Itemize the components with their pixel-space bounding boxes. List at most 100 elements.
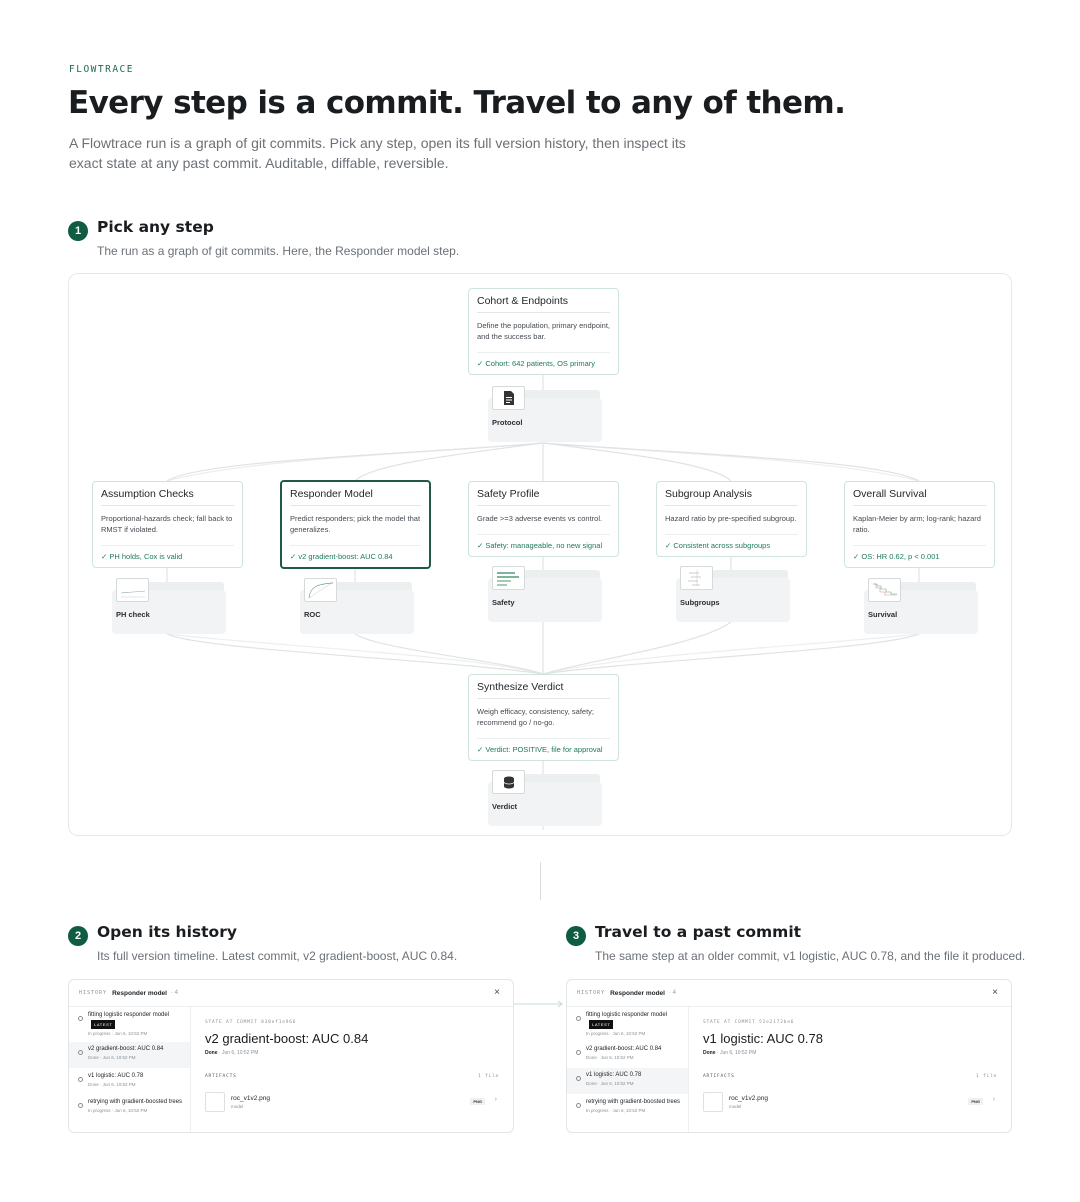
history-label: HISTORY [79, 990, 108, 996]
history-item-meta: Done · Jun 6, 10:52 PM [586, 1054, 634, 1060]
artifact-file-row[interactable]: roc_v1v2.png model PNG › [703, 1092, 997, 1114]
file-thumbnail-icon [205, 1092, 225, 1112]
step-3-title: Travel to a past commit [595, 923, 802, 941]
node-assumption-checks[interactable]: Assumption Checks Proportional-hazards c… [92, 481, 243, 568]
state-title: v2 gradient-boost: AUC 0.84 [205, 1031, 369, 1046]
file-kind: model [729, 1104, 742, 1109]
chart-thumbnail-icon [116, 578, 149, 602]
history-item[interactable]: v1 logistic: AUC 0.78 Done · Jun 6, 10:5… [69, 1073, 190, 1087]
node-status: ✓ PH holds, Cox is valid [101, 545, 234, 561]
artifact-verdict[interactable]: Verdict [488, 770, 602, 826]
file-thumbnail-icon [703, 1092, 723, 1112]
artifact-protocol[interactable]: Protocol [488, 386, 602, 442]
history-item-meta: In progress · Jun 6, 10:52 PM [88, 1031, 148, 1036]
artifact-label: Safety [492, 598, 515, 607]
node-description: Predict responders; pick the model that … [290, 514, 421, 534]
history-item-meta: In progress · Jun 6, 10:52 PM [586, 1107, 646, 1113]
status-text: Done [205, 1050, 218, 1056]
artifact-roc[interactable]: ROC [300, 578, 414, 634]
artifacts-count: 1 file [477, 1074, 499, 1079]
state-at-commit-label: STATE AT COMMIT 830ef1e966 [205, 1020, 297, 1025]
node-description: Hazard ratio by pre-specified subgroup. [665, 514, 797, 523]
node-status: ✓ v2 gradient-boost: AUC 0.84 [290, 545, 421, 561]
file-name: roc_v1v2.png [729, 1095, 769, 1102]
step-3-subtitle: The same step at an older commit, v1 log… [595, 949, 1026, 963]
close-icon[interactable]: × [992, 987, 998, 998]
state-status: Done · Jun 6, 10:52 PM [205, 1050, 258, 1056]
artifact-file-row[interactable]: roc_v1v2.png model PNG › [205, 1092, 499, 1114]
node-status: ✓ Consistent across subgroups [665, 534, 798, 550]
node-description: Define the population, primary endpoint,… [477, 321, 611, 341]
chevron-right-icon: › [494, 1096, 497, 1103]
status-time: · Jun 6, 10:52 PM [716, 1050, 757, 1056]
history-item-selected[interactable]: v1 logistic: AUC 0.78 Done · Jun 6, 10:5… [567, 1068, 688, 1094]
node-overall-survival[interactable]: Overall Survival Kaplan-Meier by arm; lo… [844, 481, 995, 568]
step-2-subtitle: Its full version timeline. Latest commit… [97, 949, 458, 963]
artifacts-header: ARTIFACTS 1 file [703, 1074, 997, 1079]
history-item-title: v2 gradient-boost: AUC 0.84 [88, 1046, 164, 1052]
node-responder-model[interactable]: Responder Model Predict responders; pick… [280, 480, 431, 569]
history-item-title: v1 logistic: AUC 0.78 [88, 1073, 144, 1079]
step-2-title: Open its history [97, 923, 237, 941]
section-divider [540, 862, 541, 900]
status-text: Done [703, 1050, 716, 1056]
node-subgroup-analysis[interactable]: Subgroup Analysis Hazard ratio by pre-sp… [656, 481, 807, 557]
node-description: Weigh efficacy, consistency, safety; rec… [477, 707, 594, 727]
artifact-label: Subgroups [680, 598, 720, 607]
commit-dot-icon [78, 1077, 83, 1082]
file-kind: model [231, 1104, 244, 1109]
history-header: HISTORY Responder model · 4 × [567, 980, 1011, 1007]
commit-dot-icon [576, 1103, 581, 1108]
database-icon [492, 770, 525, 794]
history-item[interactable]: v2 gradient-boost: AUC 0.84 Done · Jun 6… [567, 1046, 688, 1060]
history-item-title: v2 gradient-boost: AUC 0.84 [586, 1046, 662, 1052]
history-item[interactable]: fitting logistic responder modelLATEST I… [567, 1012, 688, 1036]
node-status: ✓ OS: HR 0.62, p < 0.001 [853, 545, 986, 561]
artifact-safety[interactable]: Safety [488, 566, 602, 622]
artifact-label: Protocol [492, 418, 523, 427]
artifact-survival[interactable]: Survival [864, 578, 978, 634]
step-3-number: 3 [566, 926, 586, 946]
node-status: ✓ Safety: manageable, no new signal [477, 534, 610, 550]
artifact-label: ROC [304, 610, 321, 619]
artifact-ph-check[interactable]: PH check [112, 578, 226, 634]
history-item[interactable]: retrying with gradient-boosted trees In … [69, 1099, 190, 1113]
node-description: Grade >=3 adverse events vs control. [477, 514, 603, 523]
history-timeline: fitting logistic responder modelLATEST I… [567, 1007, 689, 1132]
commit-state-view: STATE AT COMMIT 830ef1e966 v2 gradient-b… [205, 1007, 499, 1132]
node-title: Assumption Checks [101, 488, 234, 506]
commit-dot-icon [78, 1103, 83, 1108]
history-item-title: fitting logistic responder model [88, 1012, 170, 1018]
history-item-title: v1 logistic: AUC 0.78 [586, 1072, 642, 1078]
artifact-label: Verdict [492, 802, 518, 811]
node-title: Synthesize Verdict [477, 681, 610, 699]
node-title: Overall Survival [853, 488, 986, 506]
node-synthesize-verdict[interactable]: Synthesize Verdict Weigh efficacy, consi… [468, 674, 619, 761]
artifact-subgroups[interactable]: Subgroups [676, 566, 790, 622]
status-time: · Jun 6, 10:52 PM [218, 1050, 259, 1056]
forest-plot-icon [680, 566, 713, 590]
history-panel-past-commit: HISTORY Responder model · 4 × fitting lo… [566, 979, 1012, 1133]
file-name: roc_v1v2.png [231, 1095, 271, 1102]
page-title: Every step is a commit. Travel to any of… [68, 85, 846, 121]
node-safety-profile[interactable]: Safety Profile Grade >=3 adverse events … [468, 481, 619, 557]
history-item-title: fitting logistic responder model [586, 1012, 668, 1018]
history-item-title: retrying with gradient-boosted trees [88, 1099, 183, 1105]
state-at-commit-label: STATE AT COMMIT 52e2172be6 [703, 1020, 795, 1025]
step-1-title: Pick any step [97, 218, 214, 236]
node-cohort-endpoints[interactable]: Cohort & Endpoints Define the population… [468, 288, 619, 375]
history-count: · 4 [668, 990, 676, 996]
commit-state-view: STATE AT COMMIT 52e2172be6 v1 logistic: … [703, 1007, 997, 1132]
close-icon[interactable]: × [494, 987, 500, 998]
artifact-label: Survival [868, 610, 898, 619]
history-item[interactable]: retrying with gradient-boosted trees In … [567, 1099, 688, 1113]
history-item-selected[interactable]: v2 gradient-boost: AUC 0.84 Done · Jun 6… [69, 1042, 190, 1068]
history-item-meta: Done · Jun 6, 10:52 PM [88, 1054, 136, 1060]
artifact-label: PH check [116, 610, 150, 619]
artifacts-label: ARTIFACTS [703, 1074, 735, 1079]
node-status: ✓ Cohort: 642 patients, OS primary [477, 352, 610, 368]
bar-chart-icon [492, 566, 525, 590]
state-title: v1 logistic: AUC 0.78 [703, 1031, 823, 1046]
step-1-subtitle: The run as a graph of git commits. Here,… [97, 244, 460, 258]
history-item[interactable]: fitting logistic responder modelLATEST I… [69, 1012, 190, 1036]
